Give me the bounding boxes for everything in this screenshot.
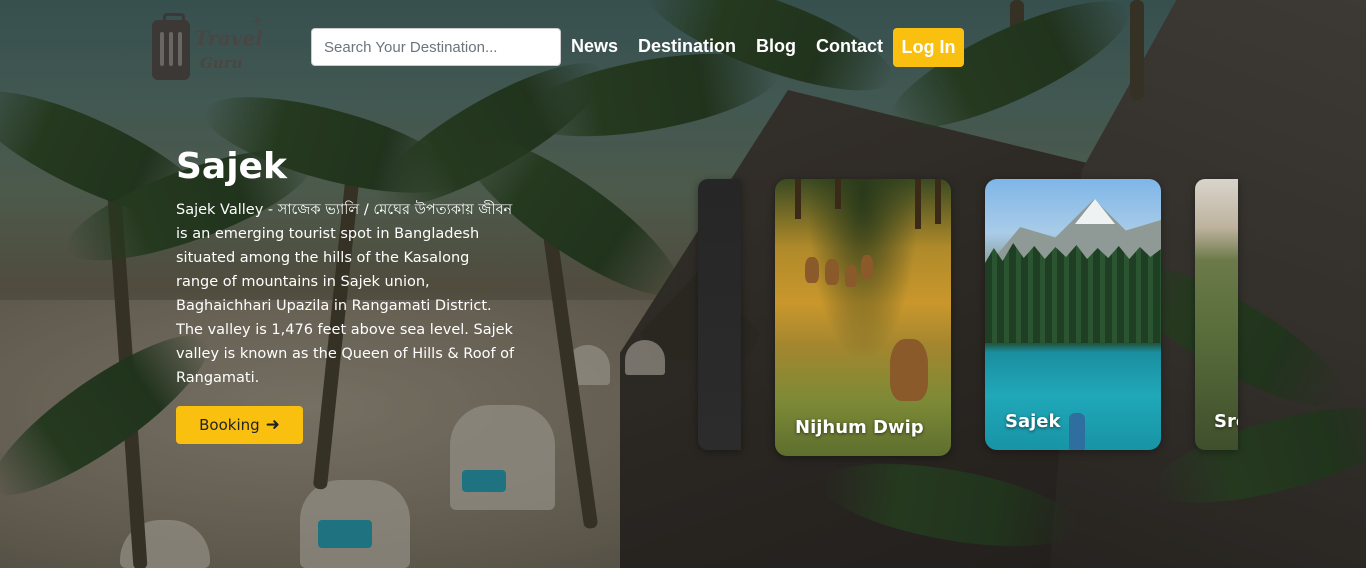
carousel-card-sreemangal[interactable]: Sre — [1195, 179, 1238, 450]
travel-guru-logo[interactable]: Travel Guru ✈ — [152, 12, 277, 82]
nav-news[interactable]: News — [571, 36, 618, 57]
card-label: Sre — [1214, 411, 1238, 432]
card-label: Sajek — [1005, 411, 1061, 432]
booking-label: Booking — [199, 416, 260, 434]
nav-contact[interactable]: Contact — [816, 36, 883, 57]
booking-button[interactable]: Booking ➜ — [176, 406, 303, 444]
suitcase-icon — [152, 13, 190, 80]
arrow-right-icon: ➜ — [265, 415, 280, 435]
logo-text-line2: Guru — [200, 54, 243, 72]
login-button[interactable]: Log In — [893, 28, 964, 67]
nav-blog[interactable]: Blog — [756, 36, 796, 57]
carousel-card-previous[interactable] — [698, 179, 741, 450]
destination-description: Sajek Valley - সাজেক ভ্যালি / মেঘের উপত্… — [176, 202, 515, 386]
card-label: Nijhum Dwip — [795, 417, 924, 438]
carousel-card-sajek[interactable]: Sajek — [985, 179, 1161, 450]
logo-text-line1: Travel — [194, 26, 263, 50]
page-title: Sajek — [176, 146, 287, 187]
search-input[interactable] — [311, 28, 561, 66]
nav-destination[interactable]: Destination — [638, 36, 736, 57]
carousel-card-nijhum-dwip[interactable]: Nijhum Dwip — [775, 179, 951, 456]
